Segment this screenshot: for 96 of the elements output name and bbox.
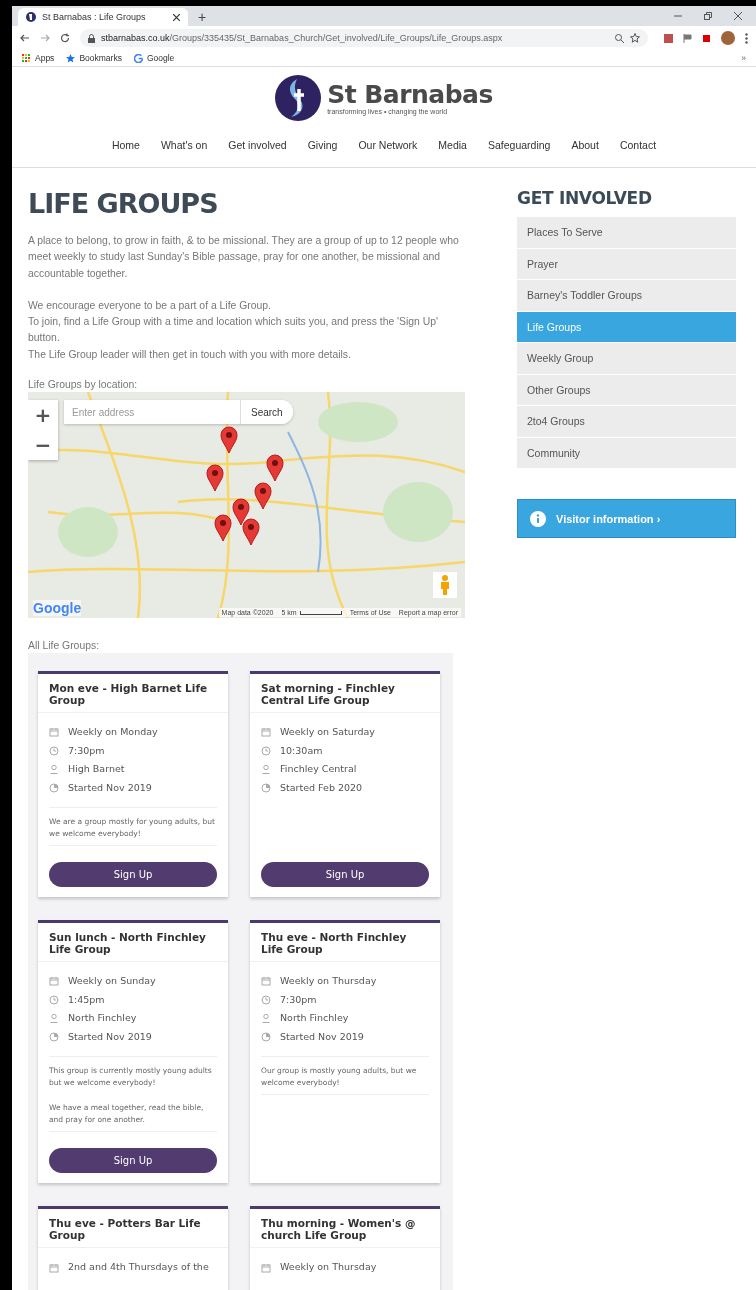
sidebar-item[interactable]: Weekly Group — [517, 343, 736, 375]
tab-title: St Barnabas : Life Groups — [42, 12, 147, 22]
detail-text: Weekly on Thursday — [280, 974, 377, 989]
calendar-icon — [261, 1262, 271, 1273]
detail-text: High Barnet — [68, 762, 125, 777]
nav-link[interactable]: Our Network — [358, 139, 418, 151]
map-pin-icon[interactable] — [206, 464, 224, 493]
detail-text: 7:30pm — [68, 743, 105, 758]
detail-text: Weekly on Saturday — [280, 725, 375, 740]
globe-icon — [26, 12, 36, 22]
nav-link[interactable]: Safeguarding — [487, 139, 551, 151]
new-tab-button[interactable]: + — [194, 8, 211, 26]
map-pin-icon[interactable] — [266, 454, 284, 483]
detail-text: Started Nov 2019 — [280, 1029, 364, 1044]
detail-text: Weekly on Thursday — [280, 1260, 377, 1275]
map-pin-icon[interactable] — [254, 482, 272, 511]
card-title: Thu eve - Potters Bar Life Group — [38, 1209, 228, 1249]
zoom-out-button[interactable]: − — [28, 430, 58, 461]
map-pin-icon[interactable] — [242, 518, 260, 547]
card-title: Sun lunch - North Finchley Life Group — [38, 923, 228, 963]
detail-text: Finchley Central — [280, 762, 357, 777]
nav-link[interactable]: Get involved — [228, 139, 287, 151]
detail-text: Started Nov 2019 — [68, 1029, 152, 1044]
calendar-icon — [261, 976, 271, 987]
card-title: Sat morning - Finchley Central Life Group — [250, 674, 440, 714]
intro-paragraph: A place to belong, to grow in faith, & to be missional. They are a group of up to 12 people who meet weekly to study last Sunday's Bible passage, pray for one another, be missional and accountable together. — [28, 234, 460, 281]
page-title: LIFE GROUPS — [28, 187, 219, 221]
square-extension-icon[interactable] — [702, 33, 711, 43]
section-label: All Life Groups: — [28, 640, 101, 652]
nav-link[interactable]: Giving — [307, 139, 338, 151]
map-pin-icon[interactable] — [214, 514, 232, 543]
url-text: stbarnabas.co.uk/Groups/335435/St_Barnabas_Church/Get_involved/Life_Groups/Life_Groups.aspx — [101, 33, 503, 43]
calendar-icon — [49, 976, 59, 987]
sidebar-item[interactable]: Community — [517, 437, 736, 469]
section-label: Life Groups by location: — [28, 379, 139, 391]
address-search-field[interactable]: Enter address Search — [64, 400, 293, 425]
back-icon[interactable] — [20, 33, 30, 43]
sidebar-item[interactable]: Places To Serve — [517, 217, 736, 249]
logo-emblem-icon — [275, 75, 322, 121]
nav-link[interactable]: Home — [111, 139, 140, 151]
detail-text: 1:45pm — [68, 992, 105, 1007]
zoom-in-button[interactable]: + — [28, 400, 58, 431]
intro-paragraph: We encourage everyone to be a part of a Life Group. To join, find a Life Group with a time and location which suits you, and press the 'Sign Up' button. The Life Group leader will then get in touch with you with more details. — [28, 298, 439, 362]
map-search-button[interactable]: Search — [241, 400, 293, 425]
calendar-icon — [49, 1262, 59, 1273]
logo-title: St Barnabas — [327, 81, 493, 108]
sidebar-heading: GET INVOLVED — [517, 187, 653, 209]
map-pin-icon[interactable] — [220, 426, 238, 455]
avatar-icon[interactable] — [721, 31, 735, 45]
bookmark[interactable]: Bookmarks — [66, 53, 122, 63]
sign-up-button[interactable]: Sign Up — [261, 862, 429, 888]
map-pin-icon[interactable] — [232, 498, 250, 527]
star-icon[interactable] — [630, 33, 640, 43]
detail-text: 7:30pm — [280, 992, 317, 1007]
lock-icon — [88, 33, 95, 43]
detail-text: North Finchley — [280, 1011, 349, 1026]
bookmark[interactable]: Google — [133, 53, 175, 63]
reload-icon[interactable] — [60, 33, 70, 43]
detail-text: North Finchley — [68, 1011, 137, 1026]
sidebar-item[interactable]: 2to4 Groups — [517, 406, 736, 438]
address-bar[interactable]: stbarnabas.co.uk/Groups/335435/St_Barnabas_Church/Get_involved/Life_Groups/Life_Groups.aspx — [80, 29, 648, 47]
bookmark[interactable]: Apps — [22, 53, 55, 63]
nav-link[interactable]: About — [571, 139, 599, 151]
card-title: Thu morning - Women's @ church Life Group — [250, 1209, 440, 1249]
detail-text: Started Nov 2019 — [68, 780, 152, 795]
star-icon — [66, 53, 76, 63]
detail-text: 10:30am — [280, 743, 323, 758]
pdf-extension-icon[interactable] — [664, 33, 673, 43]
apps-grid-icon — [22, 53, 31, 63]
bookmarks-overflow[interactable]: » — [741, 53, 746, 63]
sidebar-item[interactable]: Barney's Toddler Groups — [517, 280, 736, 312]
sign-up-button[interactable]: Sign Up — [49, 862, 217, 888]
nav-link[interactable]: Contact — [619, 139, 657, 151]
map-logo: Google — [33, 600, 82, 617]
browser-tab[interactable]: St Barnabas : Life Groups — [18, 8, 188, 26]
flag-extension-icon[interactable] — [683, 33, 692, 43]
detail-text: Weekly on Monday — [68, 725, 158, 740]
close-icon[interactable] — [173, 13, 180, 21]
sidebar-item[interactable]: Other Groups — [517, 374, 736, 406]
close-icon[interactable] — [734, 12, 742, 20]
card-title: Mon eve - High Barnet Life Group — [38, 674, 228, 714]
google-g-icon — [133, 53, 143, 63]
menu-icon[interactable] — [745, 32, 748, 44]
nav-link[interactable]: Media — [438, 139, 467, 151]
zoom-icon[interactable] — [615, 33, 624, 43]
nav-link[interactable]: What's on — [160, 139, 208, 151]
sidebar-item[interactable]: Prayer — [517, 248, 736, 280]
detail-text: Weekly on Sunday — [68, 974, 156, 989]
detail-text: Started Feb 2020 — [280, 780, 363, 795]
calendar-icon — [261, 727, 271, 738]
calendar-icon — [49, 727, 59, 738]
detail-text: 2nd and 4th Thursdays of the — [68, 1260, 209, 1275]
restore-icon[interactable] — [704, 12, 712, 20]
info-icon — [530, 510, 546, 527]
sign-up-button[interactable]: Sign Up — [49, 1148, 217, 1174]
card-title: Thu eve - North Finchley Life Group — [250, 923, 440, 963]
